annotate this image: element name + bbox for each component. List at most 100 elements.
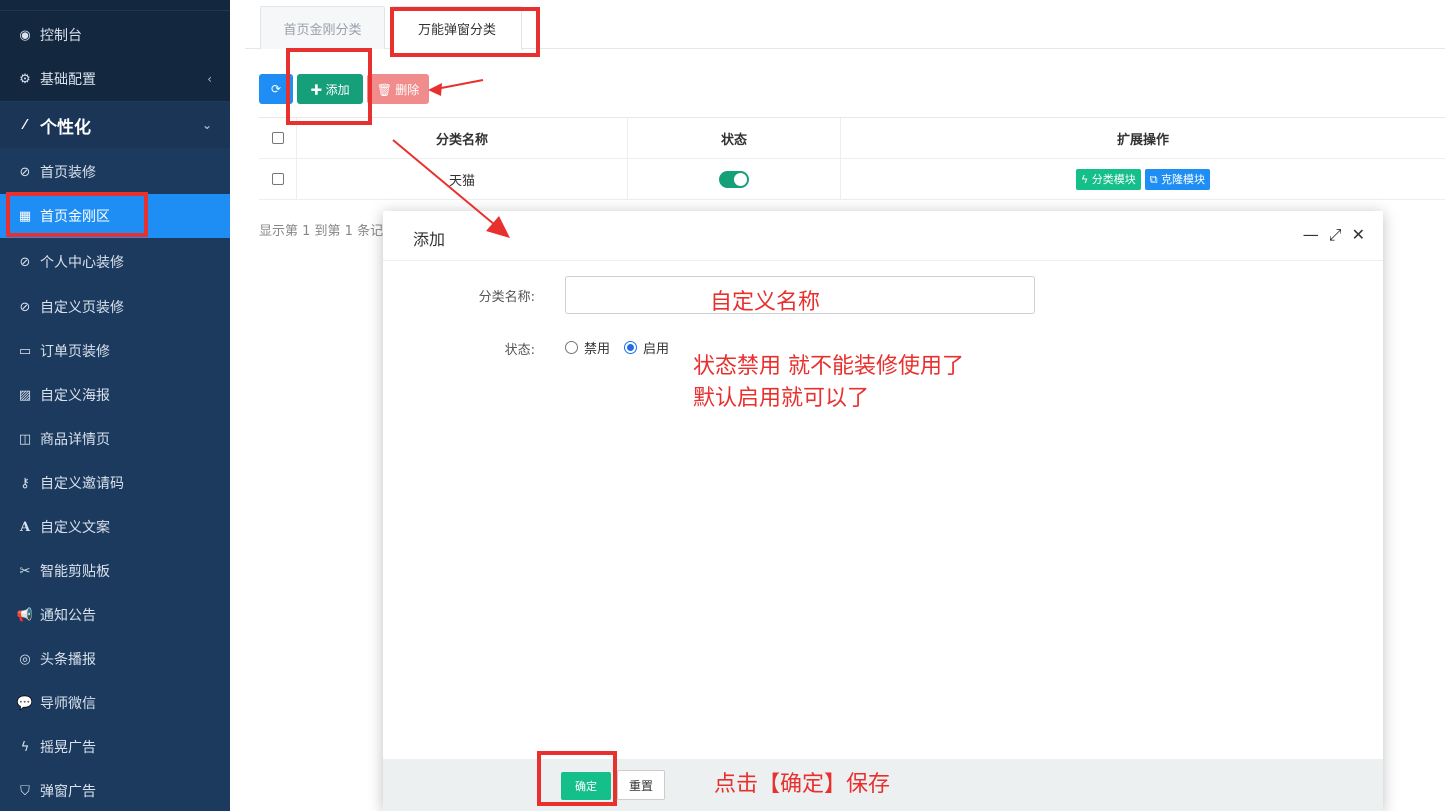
sidebar-item-dashboard[interactable]: ◉ 控制台 [0, 18, 230, 52]
sidebar-item-label: 订单页装修 [40, 344, 110, 360]
annotation-save-note: 点击【确定】保存 [714, 772, 891, 797]
status-enabled-radio[interactable] [624, 341, 638, 354]
sidebar-item-label: 自定义页装修 [40, 300, 124, 316]
status-cell [628, 159, 841, 199]
status-disabled-label: 禁用 [584, 342, 611, 357]
sidebar-item-label: 自定义文案 [40, 520, 110, 536]
columns-icon: ◫ [18, 431, 32, 447]
row-checkbox[interactable] [271, 173, 284, 185]
maximize-icon[interactable]: ⤢ [1329, 225, 1342, 245]
status-label: 状态: [504, 343, 535, 358]
status-enabled-label: 启用 [643, 342, 670, 357]
sidebar-item-headline[interactable]: ◎ 头条播报 [0, 637, 230, 681]
row-select-cell [259, 159, 297, 199]
category-name-label: 分类名称: [478, 290, 535, 305]
column-header-name[interactable]: 分类名称 [297, 118, 628, 158]
font-icon: A [19, 519, 31, 535]
compass-icon: ⊘ [19, 254, 31, 270]
sidebar-item-personalize[interactable]: ⁄ 个性化 ⌄ [0, 102, 230, 148]
delete-button[interactable]: 🗑 删除 [367, 74, 429, 104]
sidebar-item-label: 自定义海报 [40, 388, 110, 404]
category-module-button[interactable]: ϟ 分类模块 [1075, 168, 1141, 190]
toolbar: ⟳ ✚ 添加 🗑 删除 [259, 74, 429, 104]
sidebar-item-label: 控制台 [40, 28, 82, 44]
sidebar-item-mentor-wechat[interactable]: 💬 导师微信 [0, 681, 230, 725]
sidebar-item-clipboard[interactable]: ✂ 智能剪贴板 [0, 549, 230, 593]
cogs-icon: ⚙ [19, 71, 31, 87]
select-all-cell [259, 118, 297, 158]
sidebar-item-label: 头条播报 [40, 652, 96, 668]
annotation-status-note-1: 状态禁用 就不能装修使用了 [693, 354, 964, 379]
window-icon: ▭ [18, 343, 32, 359]
sidebar-item-label: 个性化 [40, 117, 91, 138]
sidebar-item-product-detail[interactable]: ◫ 商品详情页 [0, 417, 230, 461]
dashboard-icon: ◉ [19, 27, 31, 43]
sidebar-item-popup-ad[interactable]: ⛉ 弹窗广告 [0, 769, 230, 811]
column-header-actions: 扩展操作 [1116, 132, 1169, 148]
sidebar-item-label: 首页装修 [40, 165, 96, 181]
magic-wand-icon: ⁄ [23, 117, 27, 133]
chevron-left-icon: ‹ [207, 72, 212, 86]
category-name-cell: 天猫 [297, 159, 628, 199]
add-button[interactable]: ✚ 添加 [297, 74, 363, 104]
add-dialog: 添加 — ⤢ ✕ 分类名称: 状态: 禁用 启用 确定 重置 [383, 211, 1383, 811]
chevron-down-icon: ⌄ [201, 118, 212, 132]
bullhorn-icon: 📢 [16, 607, 34, 623]
close-icon[interactable]: ✕ [1352, 225, 1365, 245]
sidebar-item-basic-config[interactable]: ⚙ 基础配置 ‹ [0, 62, 230, 96]
column-header-status[interactable]: 状态 [628, 118, 841, 158]
key-icon: ⚷ [20, 475, 30, 491]
dialog-title: 添加 [413, 230, 446, 249]
category-table: 分类名称 状态 扩展操作 天猫 ϟ 分类模块 ⧉ 克隆模块 [259, 117, 1445, 200]
sidebar-item-label: 首页金刚区 [40, 209, 110, 225]
minimize-icon[interactable]: — [1303, 225, 1319, 245]
sidebar-item-invite-code[interactable]: ⚷ 自定义邀请码 [0, 461, 230, 505]
sidebar-item-order-page[interactable]: ▭ 订单页装修 [0, 329, 230, 373]
sidebar-item-custom-poster[interactable]: ▨ 自定义海报 [0, 373, 230, 417]
reset-button[interactable]: 重置 [617, 770, 665, 800]
sidebar-item-label: 个人中心装修 [40, 255, 124, 271]
sidebar-item-label: 通知公告 [40, 608, 96, 624]
image-icon: ▨ [18, 387, 32, 403]
annotation-status-note-2: 默认启用就可以了 [693, 386, 870, 411]
wechat-icon: 💬 [16, 695, 34, 711]
actions-cell: ϟ 分类模块 ⧉ 克隆模块 [841, 159, 1445, 199]
sidebar-item-label: 商品详情页 [40, 432, 110, 448]
sidebar-item-label: 基础配置 [40, 72, 96, 88]
compass-icon: ⊘ [19, 164, 31, 180]
sidebar-item-label: 弹窗广告 [40, 784, 96, 800]
podcast-icon: ◎ [19, 651, 31, 667]
sidebar-item-custom-copy[interactable]: A 自定义文案 [0, 505, 230, 549]
tab-home-diamond-category[interactable]: 首页金刚分类 [260, 6, 385, 49]
tab-bar: 首页金刚分类 万能弹窗分类 [245, 0, 1445, 50]
dialog-header: 添加 — ⤢ ✕ [383, 211, 1383, 261]
sidebar-item-home-diamond[interactable]: ▦ 首页金刚区 [0, 194, 230, 238]
clone-module-button[interactable]: ⧉ 克隆模块 [1144, 168, 1211, 190]
tab-popup-category[interactable]: 万能弹窗分类 [392, 6, 522, 50]
sidebar-item-label: 导师微信 [40, 696, 96, 712]
sidebar-item-label: 智能剪贴板 [40, 564, 110, 580]
pagination-info: 显示第 1 到第 1 条记 [259, 224, 384, 239]
compass-icon: ⊘ [19, 299, 31, 315]
sidebar-item-label: 自定义邀请码 [40, 476, 124, 492]
confirm-button[interactable]: 确定 [561, 772, 611, 800]
bolt-icon: ϟ [20, 739, 30, 755]
sidebar-item-label: 摇晃广告 [40, 740, 96, 756]
sidebar-item-home-decor[interactable]: ⊘ 首页装修 [0, 150, 230, 194]
refresh-button[interactable]: ⟳ [259, 74, 293, 104]
status-disabled-radio[interactable] [565, 341, 578, 354]
sidebar-item-shake-ad[interactable]: ϟ 摇晃广告 [0, 725, 230, 769]
select-all-checkbox[interactable] [271, 132, 284, 144]
status-toggle[interactable] [719, 170, 749, 188]
annotation-name-note: 自定义名称 [710, 290, 821, 315]
dialog-window-controls: — ⤢ ✕ [1303, 225, 1365, 245]
grid-icon: ▦ [18, 208, 32, 224]
sidebar-item-notice[interactable]: 📢 通知公告 [0, 593, 230, 637]
sidebar-item-custom-page[interactable]: ⊘ 自定义页装修 [0, 285, 230, 329]
table-row: 天猫 ϟ 分类模块 ⧉ 克隆模块 [259, 159, 1445, 200]
shield-icon: ⛉ [20, 783, 30, 799]
sidebar-divider [0, 10, 230, 11]
sidebar-item-profile-decor[interactable]: ⊘ 个人中心装修 [0, 240, 230, 284]
table-header-row: 分类名称 状态 扩展操作 [259, 118, 1445, 159]
scissors-icon: ✂ [19, 563, 31, 579]
